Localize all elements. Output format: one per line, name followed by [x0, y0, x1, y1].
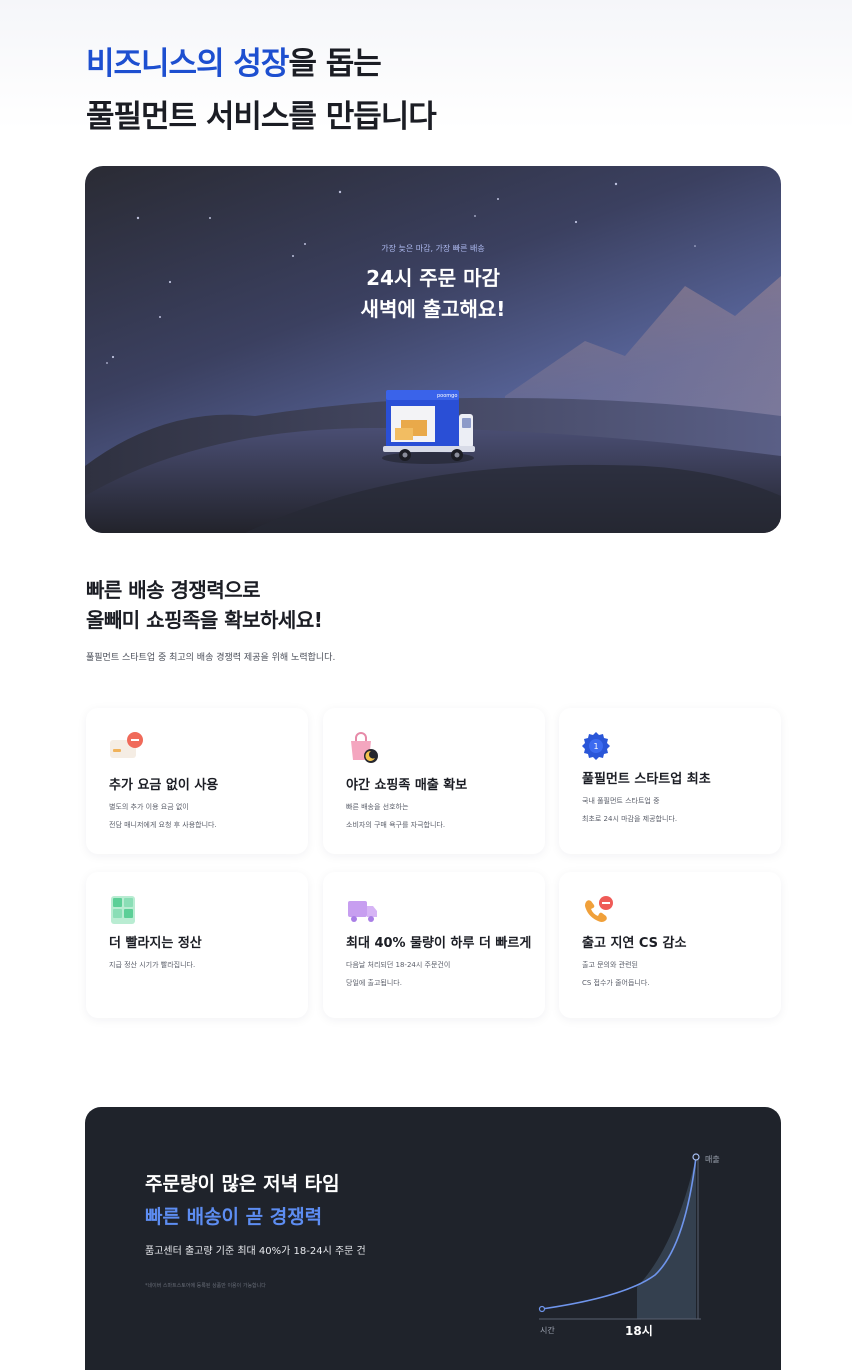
card-desc-line1: 다음날 처리되던 18-24시 주문건이: [346, 961, 451, 969]
card-desc-line1: 별도의 추가 이용 요금 없이: [109, 803, 189, 811]
feature-card-first-startup: 1 풀필먼트 스타트업 최초 국내 풀필먼트 스타트업 중 최초로 24시 마감…: [559, 708, 781, 854]
phone-call-icon: [585, 896, 613, 922]
feature-card-cs-reduction: 출고 지연 CS 감소 출고 문의와 관련된 CS 접수가 줄어듭니다.: [559, 872, 781, 1018]
card-desc-line2: 당일에 출고됩니다.: [346, 979, 402, 987]
card-desc-line1: 빠른 배송을 선호하는: [346, 803, 409, 811]
feature-card-night-shoppers: 야간 쇼핑족 매출 확보 빠른 배송을 선호하는 소비자의 구매 욕구를 자극합…: [323, 708, 545, 854]
truck-icon: [348, 901, 377, 922]
hero-kicker: 가장 늦은 마감, 가장 빠른 배송: [381, 244, 485, 253]
card-desc-line2: 최초로 24시 마감을 제공합니다.: [582, 815, 678, 823]
card-title: 야간 쇼핑족 매출 확보: [346, 778, 468, 793]
card-desc-line1: 지급 정산 시기가 빨라집니다.: [109, 961, 196, 969]
card-desc-line2: 전담 매니저에게 요청 후 사용합니다.: [109, 821, 217, 829]
section-title: 빠른 배송 경쟁력으로 올빼미 쇼핑족을 확보하세요!: [86, 575, 323, 635]
feature-card-faster-settlement: 더 빨라지는 정산 지급 정산 시기가 빨라집니다.: [86, 872, 308, 1018]
curve-end-point: [692, 1153, 700, 1161]
highlight-time-label: 18시: [625, 1324, 653, 1338]
headline-line2: 풀필먼트 서비스를 만듭니다: [86, 99, 437, 135]
x-axis-label: 시간: [540, 1325, 555, 1335]
card-desc: 다음날 처리되던 18-24시 주문건이 당일에 출고됩니다.: [346, 956, 450, 992]
page-headline: 비즈니스의 성장을 돕는 풀필먼트 서비스를 만듭니다: [86, 38, 437, 144]
sales-by-hour-curve: 매출 시간 18시: [538, 1153, 720, 1338]
card-desc: 별도의 추가 이용 요금 없이 전담 매니저에게 요청 후 사용합니다.: [109, 798, 217, 834]
headline-rest: 을 돕는: [288, 46, 381, 82]
section-title-line1: 빠른 배송 경쟁력으로: [86, 578, 261, 602]
headline-accent: 비즈니스의 성장: [86, 46, 289, 82]
card-fee-icon: [110, 732, 143, 758]
night-hill-illustration: poomgo: [85, 182, 781, 533]
card-desc-line1: 국내 풀필먼트 스타트업 중: [582, 797, 660, 805]
hero-title-line1: 24시 주문 마감: [366, 266, 500, 290]
card-desc-line1: 출고 문의와 관련된: [582, 961, 638, 969]
first-badge-icon: 1: [582, 732, 610, 760]
card-desc: 출고 문의와 관련된 CS 접수가 줄어듭니다.: [582, 956, 650, 992]
evening-competitiveness-section: 주문량이 많은 저녁 타임 빠른 배송이 곧 경쟁력 품고센터 출고량 기준 최…: [85, 1107, 781, 1370]
card-desc: 국내 풀필먼트 스타트업 중 최초로 24시 마감을 제공합니다.: [582, 792, 677, 828]
y-axis-label: 매출: [705, 1154, 720, 1164]
card-title: 최대 40% 물량이 하루 더 빠르게: [346, 936, 532, 951]
badge-number: 1: [593, 742, 598, 751]
calculator-icon: [111, 896, 135, 924]
highlight-area: [637, 1157, 696, 1319]
hero-title-line2: 새벽에 출고해요!: [360, 297, 506, 321]
card-title: 풀필먼트 스타트업 최초: [582, 772, 711, 787]
card-desc-line2: CS 접수가 줄어듭니다.: [582, 979, 650, 987]
shopping-bag-moon-icon: [351, 732, 378, 763]
card-desc-line2: 소비자의 구매 욕구를 자극합니다.: [346, 821, 446, 829]
card-desc: 빠른 배송을 선호하는 소비자의 구매 욕구를 자극합니다.: [346, 798, 445, 834]
card-desc: 지급 정산 시기가 빨라집니다.: [109, 956, 195, 974]
feature-card-no-fee: 추가 요금 없이 사용 별도의 추가 이용 요금 없이 전담 매니저에게 요청 …: [86, 708, 308, 854]
hero-title: 24시 주문 마감 새벽에 출고해요!: [85, 263, 781, 325]
card-title: 출고 지연 CS 감소: [582, 936, 687, 951]
section-description: 풀필먼트 스타트업 중 최고의 배송 경쟁력 제공을 위해 노력합니다.: [86, 653, 336, 663]
card-title: 더 빨라지는 정산: [109, 936, 202, 951]
section-title-line2: 올빼미 쇼핑족을 확보하세요!: [86, 608, 323, 632]
curve-start-point: [538, 1305, 546, 1313]
hero-banner: poomgo 가장 늦은 마감, 가장 빠른 배송 24시 주문 마감 새벽에 …: [85, 166, 781, 533]
card-title: 추가 요금 없이 사용: [109, 778, 219, 793]
truck-brand-text: poomgo: [437, 393, 457, 399]
feature-card-faster-volume: 최대 40% 물량이 하루 더 빠르게 다음날 처리되던 18-24시 주문건이…: [323, 872, 545, 1018]
